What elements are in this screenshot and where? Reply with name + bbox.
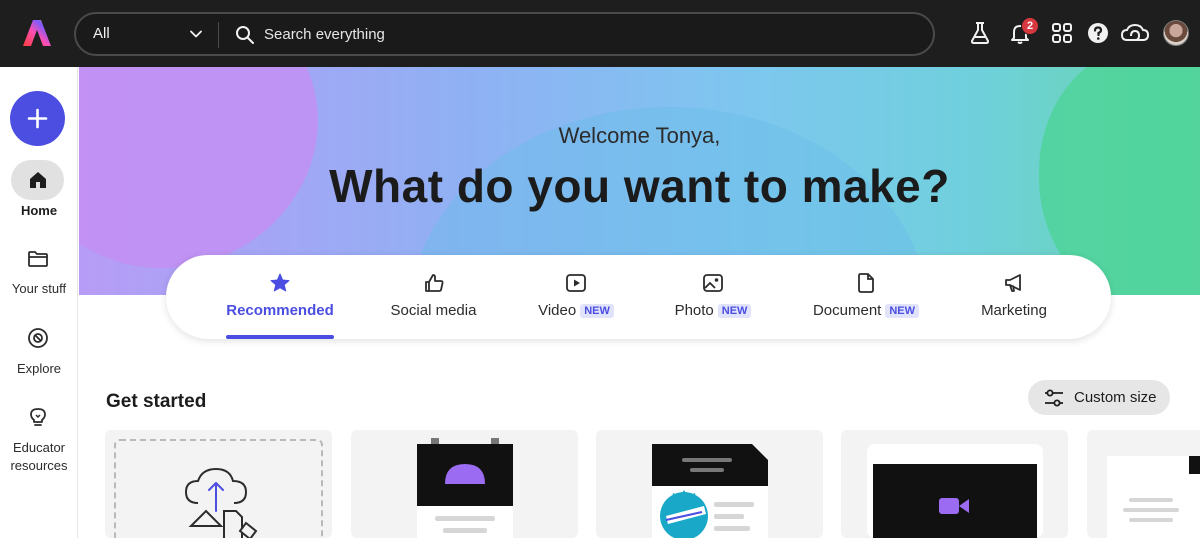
sidebar-item-explore[interactable]: Explore [0,360,78,378]
tab-marketing[interactable]: Marketing [964,255,1064,339]
tab-label: Social media [390,302,477,319]
new-badge: NEW [580,304,614,318]
search-divider [218,22,219,48]
sidebar-item-home-label[interactable]: Home [0,202,78,220]
apps-grid-icon[interactable] [1050,21,1074,45]
custom-size-label: Custom size [1074,389,1157,406]
document-icon [858,273,874,293]
tab-recommended[interactable]: Recommended [206,255,354,339]
sidebar-item-educator-resources[interactable]: Educator resources [0,439,78,475]
document-thumbnail [1107,456,1200,538]
template-card-video[interactable] [841,430,1068,538]
upload-cloud-icon [184,467,258,538]
section-title-get-started: Get started [106,391,207,412]
template-card-flyer[interactable] [596,430,823,538]
help-icon[interactable] [1086,21,1110,45]
template-card-document[interactable] [1087,430,1200,538]
tab-label: Recommended [226,302,334,319]
search-bar: All [74,12,935,56]
tab-photo[interactable]: Photo NEW [653,255,773,339]
sidebar-item-your-stuff[interactable]: Your stuff [0,280,78,298]
tab-document[interactable]: Document NEW [796,255,936,339]
tab-label: Photo NEW [653,302,773,319]
explore-compass-icon[interactable] [27,327,49,349]
photo-icon [703,274,723,292]
search-icon [236,26,254,44]
creative-cloud-icon[interactable] [1121,21,1149,45]
adobe-express-logo-icon[interactable] [22,18,52,48]
thumbs-up-icon [425,274,444,292]
plus-icon [27,108,48,129]
active-tab-indicator [226,335,334,339]
template-card-poster[interactable] [351,430,578,538]
tab-social-media[interactable]: Social media [366,255,501,339]
upload-dropzone[interactable] [114,439,323,538]
tab-label: Document NEW [796,302,936,319]
user-avatar[interactable] [1163,20,1189,46]
new-badge: NEW [885,304,920,318]
upload-media-card[interactable] [105,430,332,538]
welcome-text: Welcome Tonya, [558,123,721,148]
lightbulb-icon[interactable] [27,406,49,428]
star-icon [270,273,290,292]
megaphone-icon [1005,274,1021,292]
search-scope-value: All [93,25,110,42]
labs-flask-icon[interactable] [968,21,992,45]
sidebar: Home Your stuff Explore Educator resourc… [0,67,78,538]
flyer-thumbnail [652,444,768,538]
top-bar: All 2 [0,0,1200,67]
page-headline: What do you want to make? [329,160,950,212]
category-tabs: Recommended Social media Video NEW Photo N… [166,255,1111,339]
folder-icon[interactable] [27,248,49,270]
home-icon [30,172,46,188]
chevron-down-icon [190,30,202,38]
new-badge: NEW [717,304,752,318]
video-play-icon [566,274,586,292]
tab-video[interactable]: Video NEW [516,255,636,339]
sliders-icon [1045,389,1063,407]
tab-label: Marketing [981,302,1047,319]
create-new-button[interactable] [10,91,65,146]
video-thumbnail [867,444,1043,538]
poster-thumbnail [417,438,513,538]
tab-label: Video NEW [516,302,636,319]
notification-count-badge: 2 [1021,17,1039,35]
search-input[interactable] [264,14,884,54]
custom-size-button[interactable]: Custom size [1028,380,1170,415]
search-scope-dropdown[interactable]: All [76,14,219,54]
